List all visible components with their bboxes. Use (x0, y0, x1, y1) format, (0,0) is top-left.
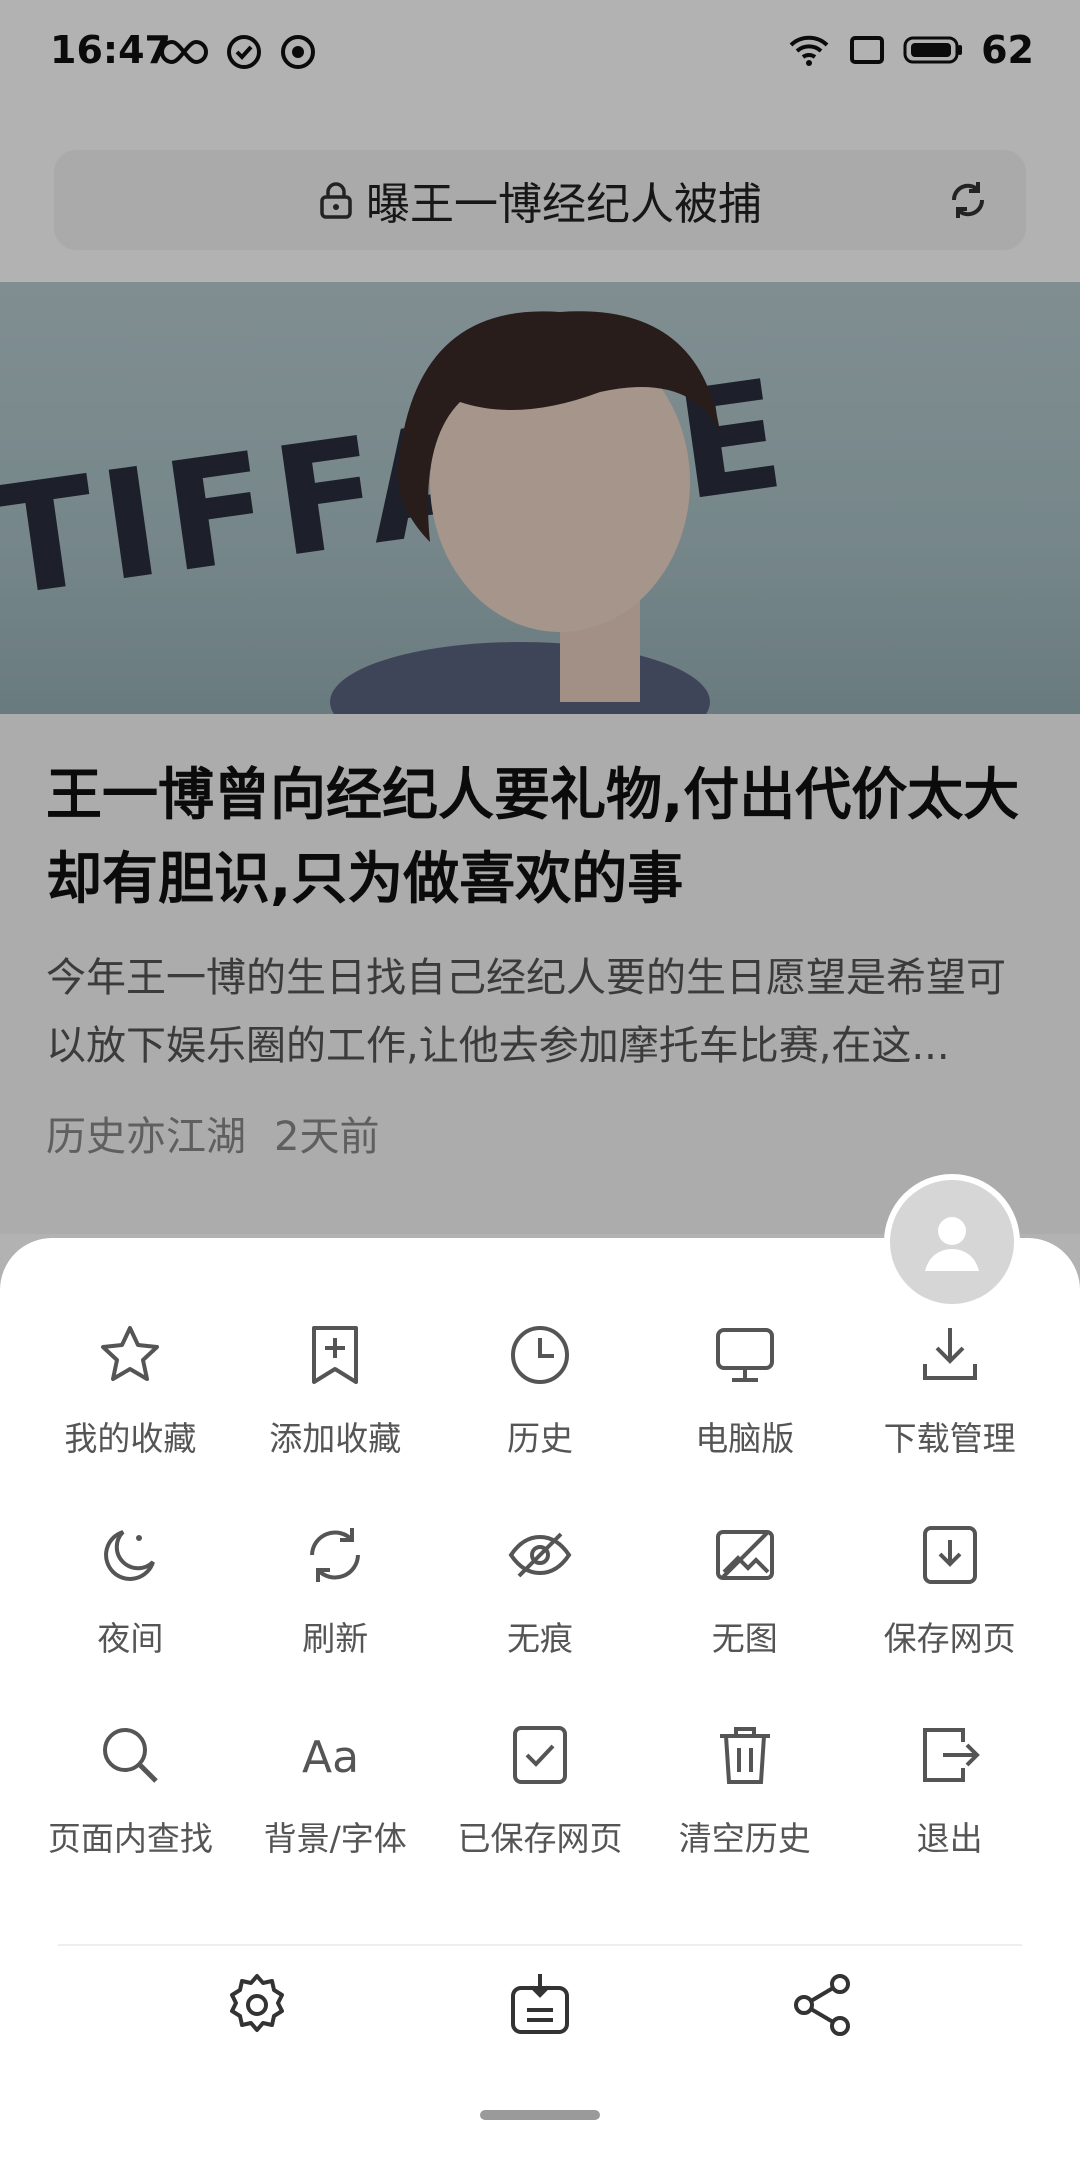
desktop-icon (715, 1328, 774, 1382)
save-page-icon (922, 1526, 977, 1584)
svg-text:Aa: Aa (302, 1732, 359, 1783)
menu-item-label: 页面内查找 (47, 1819, 213, 1858)
menu-item-label: 我的收藏 (64, 1419, 197, 1458)
menu-row: 夜间 刷新 无痕 无图 保存网页 (28, 1500, 1052, 1700)
menu-item-label: 清空历史 (678, 1819, 811, 1858)
download-icon (922, 1328, 977, 1380)
menu-item-label: 历史 (506, 1419, 573, 1458)
menu-item-label: 无痕 (506, 1619, 573, 1658)
menu-item-exit[interactable]: 退出 (847, 1700, 1052, 1900)
menu-item-favorites[interactable]: 我的收藏 (28, 1300, 233, 1500)
menu-item-label: 电脑版 (695, 1419, 795, 1458)
menu-item-refresh[interactable]: 刷新 (233, 1500, 438, 1700)
eye-off-icon (508, 1532, 572, 1578)
star-icon (101, 1326, 160, 1381)
menu-row: 我的收藏 添加收藏 历史 电脑版 下载管理 (28, 1300, 1052, 1500)
exit-icon (922, 1728, 980, 1782)
settings-icon[interactable] (222, 1970, 292, 2040)
menu-item-label: 夜间 (97, 1619, 164, 1658)
menu-item-no-images[interactable]: 无图 (642, 1500, 847, 1700)
clock-icon (510, 1326, 569, 1384)
menu-row: 页面内查找 Aa 背景/字体 已保存网页 清空历史 退出 (28, 1700, 1052, 1900)
search-icon (103, 1728, 159, 1783)
home-indicator[interactable] (480, 2110, 600, 2120)
menu-item-save-page[interactable]: 保存网页 (847, 1500, 1052, 1700)
image-off-icon (715, 1530, 774, 1580)
menu-item-saved-pages[interactable]: 已保存网页 (438, 1700, 643, 1900)
menu-item-downloads[interactable]: 下载管理 (847, 1300, 1052, 1500)
refresh-icon (310, 1528, 361, 1582)
person-icon (925, 1217, 979, 1271)
menu-item-incognito[interactable]: 无痕 (438, 1500, 643, 1700)
menu-item-find-in-page[interactable]: 页面内查找 (28, 1700, 233, 1900)
menu-item-label: 添加收藏 (269, 1419, 402, 1458)
menu-item-night-mode[interactable]: 夜间 (28, 1500, 233, 1700)
menu-item-label: 保存网页 (883, 1619, 1016, 1658)
font-icon: Aa (302, 1732, 359, 1783)
menu-item-label: 背景/字体 (263, 1819, 407, 1858)
menu-bottom-actions (0, 1970, 1080, 2070)
saved-page-icon (512, 1726, 567, 1784)
menu-item-background-font[interactable]: Aa 背景/字体 (233, 1700, 438, 1900)
menu-grid: 我的收藏 添加收藏 历史 电脑版 下载管理 夜间 刷新 无痕 无图 保存网页 页… (28, 1300, 1052, 1900)
moon-icon (104, 1530, 156, 1581)
share-icon[interactable] (788, 1970, 858, 2040)
menu-divider (58, 1944, 1022, 1946)
menu-item-history[interactable]: 历史 (438, 1300, 643, 1500)
menu-item-label: 无图 (711, 1619, 778, 1658)
menu-item-label: 刷新 (302, 1619, 369, 1658)
menu-item-desktop[interactable]: 电脑版 (642, 1300, 847, 1500)
menu-item-label: 退出 (916, 1819, 983, 1858)
tray-download-icon[interactable] (505, 1970, 575, 2040)
menu-item-label: 下载管理 (883, 1419, 1016, 1458)
trash-icon (719, 1727, 770, 1784)
menu-item-clear-history[interactable]: 清空历史 (642, 1700, 847, 1900)
user-avatar[interactable] (884, 1174, 1020, 1310)
menu-item-label: 已保存网页 (457, 1819, 623, 1858)
menu-item-add-bookmark[interactable]: 添加收藏 (233, 1300, 438, 1500)
bookmark-add-icon (312, 1326, 359, 1384)
